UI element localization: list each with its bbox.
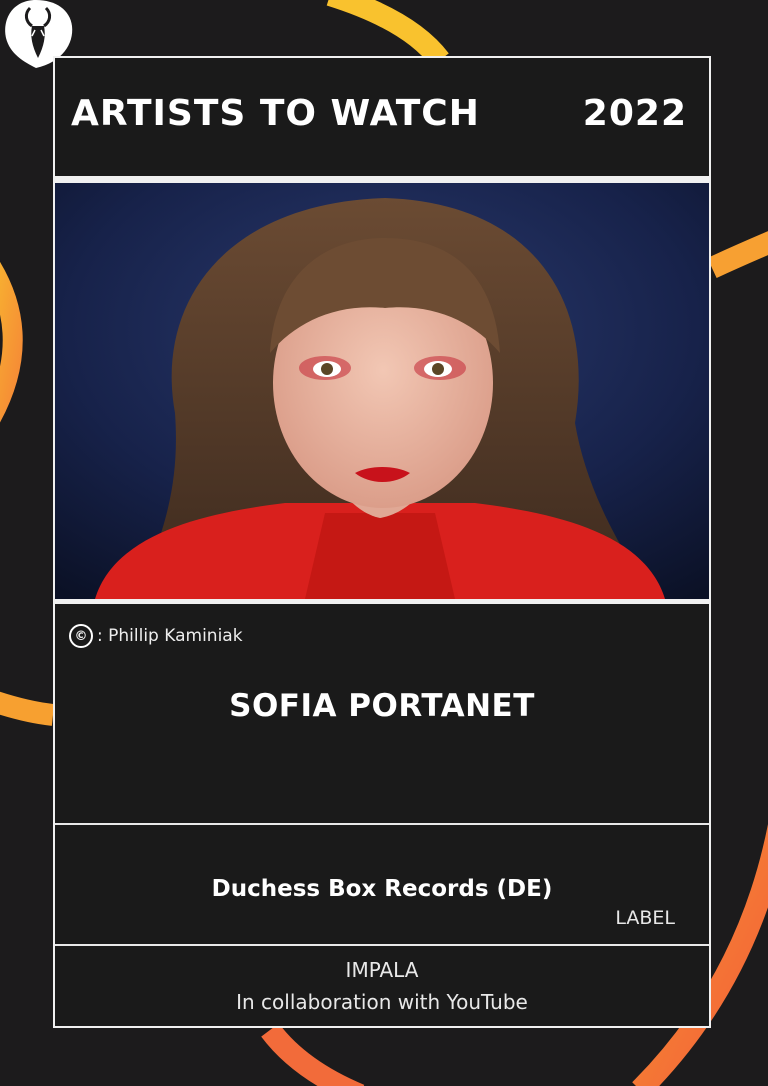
footer-collab: In collaboration with YouTube: [236, 990, 528, 1014]
header-title: ARTISTS TO WATCH: [71, 93, 480, 134]
label-tag: LABEL: [615, 907, 675, 929]
header-year: 2022: [582, 93, 687, 134]
arc-right-top: [707, 231, 768, 278]
arc-left-mid: [0, 691, 55, 726]
artist-card: ARTISTS TO WATCH 2022 ©: Phillip Kamini…: [53, 56, 711, 1028]
photo-credit-text: : Phillip Kaminiak: [97, 626, 243, 646]
artist-photo: [55, 183, 709, 599]
card-header: ARTISTS TO WATCH 2022: [55, 58, 709, 176]
artist-name: SOFIA PORTANET: [229, 688, 535, 724]
divider: [55, 944, 709, 946]
copyright-icon: ©: [69, 624, 93, 648]
arc-top: [326, 0, 449, 67]
photo-credit: © : Phillip Kaminiak: [69, 624, 243, 648]
arc-bottom: [261, 1023, 365, 1086]
arc-left: [0, 262, 23, 423]
label-name: Duchess Box Records (DE): [211, 876, 553, 902]
divider: [55, 823, 709, 825]
footer-org: IMPALA: [345, 958, 419, 982]
artist-photo-frame: [55, 176, 709, 604]
